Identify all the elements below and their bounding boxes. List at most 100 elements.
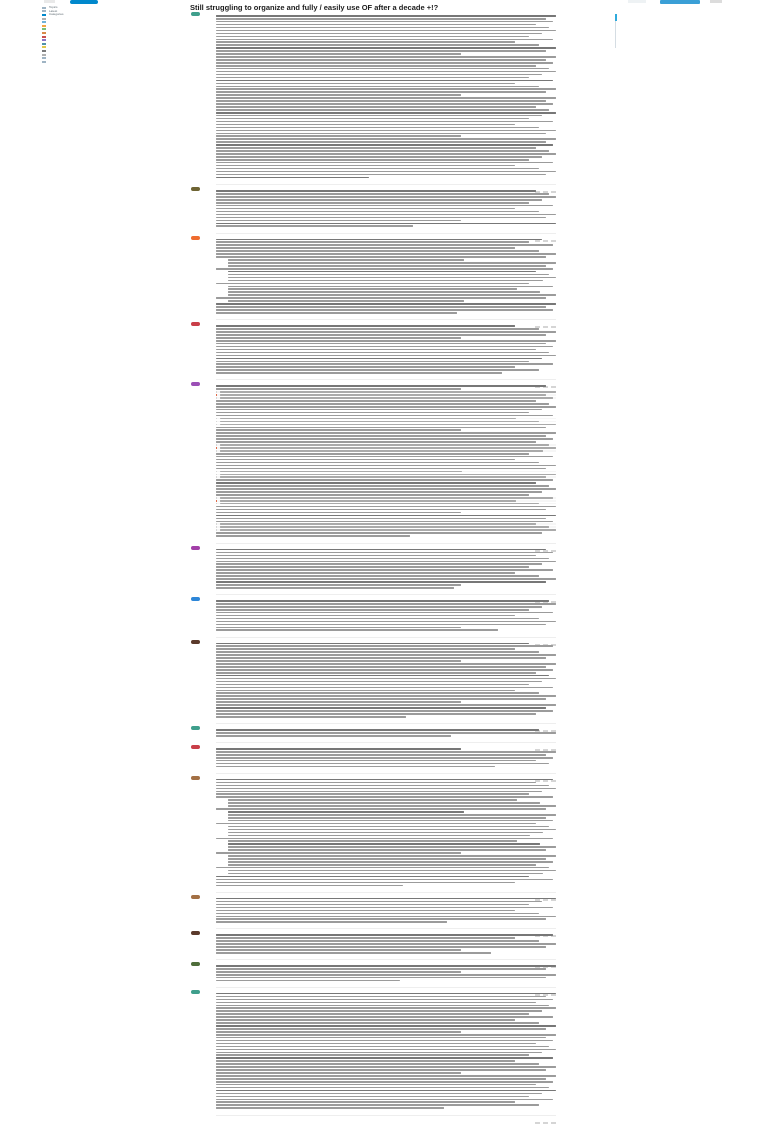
reply-icon[interactable] — [551, 1121, 556, 1124]
text-line — [216, 438, 553, 440]
text-line — [216, 837, 553, 840]
avatar[interactable] — [191, 726, 200, 731]
text-line — [216, 150, 550, 152]
text-line — [228, 863, 537, 866]
header-tab[interactable] — [628, 0, 646, 3]
share-icon[interactable] — [543, 1121, 548, 1124]
post-body — [216, 15, 556, 180]
text-line — [216, 85, 539, 88]
like-icon[interactable] — [535, 1121, 540, 1124]
post-divider — [216, 319, 556, 321]
text-line — [216, 126, 539, 129]
text-line — [216, 1083, 536, 1086]
avatar[interactable] — [191, 597, 200, 602]
text-line — [216, 881, 516, 884]
text-line — [220, 391, 556, 393]
timeline-handle[interactable] — [615, 14, 617, 21]
text-line — [216, 748, 461, 750]
text-line — [216, 363, 553, 366]
text-line — [216, 20, 553, 23]
post-divider — [216, 723, 556, 725]
sidebar-item[interactable] — [42, 60, 112, 64]
avatar[interactable] — [191, 382, 200, 387]
text-line — [216, 491, 543, 493]
avatar[interactable] — [191, 989, 200, 994]
text-line — [216, 1001, 536, 1004]
post-body — [216, 385, 556, 538]
text-line — [216, 1063, 539, 1065]
list-item — [228, 279, 556, 282]
quote-block — [216, 420, 556, 423]
text-line — [216, 282, 529, 285]
list-item — [228, 872, 556, 875]
text-line — [216, 62, 553, 64]
text-line — [220, 523, 536, 526]
menu-icon[interactable] — [710, 0, 722, 3]
text-line — [228, 259, 465, 261]
post-body — [216, 965, 556, 983]
avatar[interactable] — [191, 775, 200, 780]
post-body — [216, 934, 556, 955]
text-line — [216, 654, 556, 656]
quote-block — [216, 394, 556, 396]
signup-button[interactable] — [660, 0, 700, 4]
site-logo[interactable] — [44, 0, 55, 3]
text-line — [216, 648, 516, 651]
list-item — [228, 869, 556, 872]
text-line — [216, 167, 539, 170]
avatar[interactable] — [191, 545, 200, 550]
category-icon — [42, 24, 46, 27]
text-line — [228, 799, 517, 801]
text-line — [216, 1051, 543, 1054]
text-line — [216, 334, 546, 336]
avatar[interactable] — [191, 745, 200, 750]
text-line — [216, 968, 546, 970]
post-divider — [216, 772, 556, 774]
text-line — [228, 814, 556, 816]
text-line — [216, 44, 539, 46]
text-line — [216, 29, 556, 32]
text-line — [216, 1007, 556, 1010]
text-line — [216, 753, 546, 756]
text-line — [216, 629, 499, 632]
avatar[interactable] — [191, 931, 200, 936]
home-button[interactable] — [70, 0, 98, 4]
avatar[interactable] — [191, 639, 200, 644]
avatar[interactable] — [191, 962, 200, 967]
text-line — [228, 861, 553, 863]
text-line — [216, 1033, 556, 1036]
post-divider — [216, 742, 556, 744]
avatar[interactable] — [191, 894, 200, 899]
avatar[interactable] — [191, 12, 200, 16]
sidebar: Topics Latest Categories — [42, 5, 112, 64]
text-line — [216, 452, 529, 455]
text-line — [216, 560, 556, 563]
text-line — [220, 499, 516, 502]
text-line — [220, 394, 546, 396]
text-line — [228, 279, 543, 282]
avatar[interactable] — [191, 235, 200, 240]
quote-block — [216, 447, 556, 449]
text-line — [216, 199, 543, 201]
text-line — [216, 345, 553, 348]
list-item — [228, 831, 556, 834]
post-body — [216, 778, 556, 888]
topic-title[interactable]: Still struggling to organize and fully /… — [190, 4, 570, 12]
text-line — [216, 53, 461, 55]
post-actions — [532, 719, 556, 733]
list-item — [228, 294, 556, 296]
text-line — [220, 444, 550, 446]
text-line — [228, 816, 547, 819]
text-line — [216, 111, 556, 114]
avatar[interactable] — [191, 187, 200, 192]
text-line — [216, 100, 546, 102]
text-line — [216, 520, 553, 523]
text-line — [216, 94, 461, 96]
category-icon — [42, 31, 46, 34]
avatar[interactable] — [191, 322, 200, 327]
quote-block — [216, 502, 556, 505]
text-line — [216, 866, 550, 869]
text-line — [216, 909, 516, 912]
text-line — [216, 1045, 550, 1048]
text-line — [216, 511, 461, 514]
